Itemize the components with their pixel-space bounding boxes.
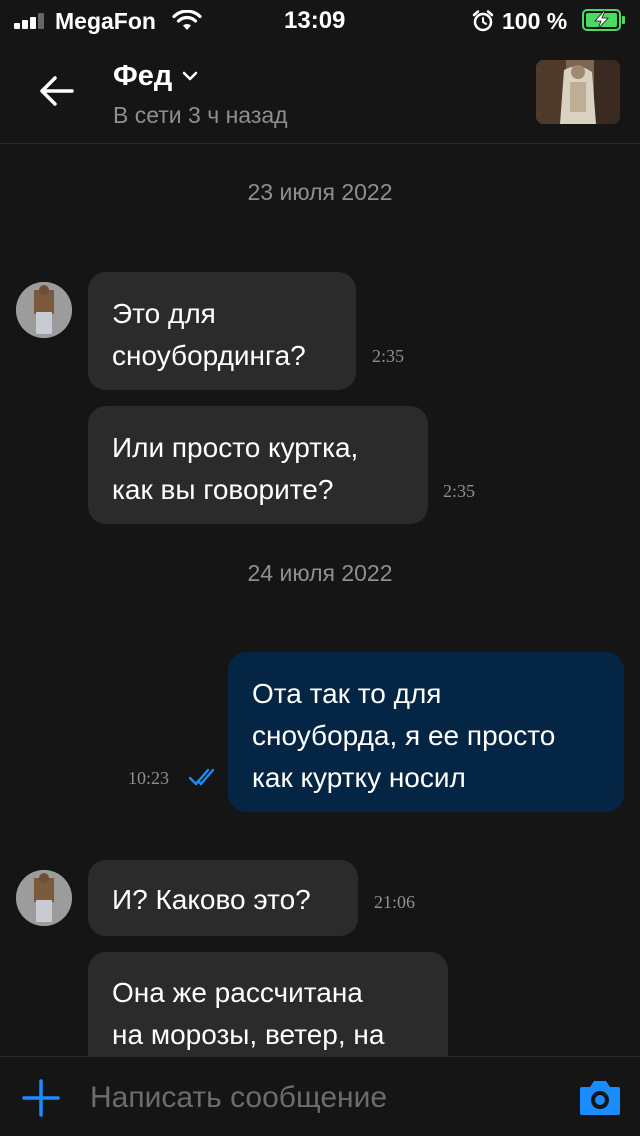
avatar[interactable] xyxy=(16,282,72,338)
message-composer xyxy=(0,1056,640,1136)
message-line: на морозы, ветер, на xyxy=(112,1019,385,1050)
attach-button[interactable] xyxy=(20,1077,62,1119)
back-arrow-icon xyxy=(40,76,74,106)
read-check-icon xyxy=(188,768,215,786)
camera-icon xyxy=(580,1081,620,1115)
camera-button[interactable] xyxy=(578,1077,622,1117)
back-button[interactable] xyxy=(30,68,80,114)
date-separator: 23 июля 2022 xyxy=(247,179,393,205)
message-line: как куртку носил xyxy=(252,762,466,793)
contact-name[interactable]: Фед xyxy=(113,60,172,93)
chat-header: Фед В сети 3 ч назад xyxy=(0,42,640,144)
status-bar: MegaFon 13:09 100 % xyxy=(0,0,640,42)
message-line: как вы говорите? xyxy=(112,474,334,505)
message-time: 2:35 xyxy=(443,481,476,501)
message-line: сноуборда, я ее просто xyxy=(252,720,556,751)
message-line: сноубординга? xyxy=(112,340,306,371)
contact-photo-thumbnail[interactable] xyxy=(536,60,620,124)
message-time: 2:35 xyxy=(372,346,405,366)
carrier-name: MegaFon xyxy=(55,8,156,34)
chevron-down-icon[interactable] xyxy=(180,70,200,84)
alarm-icon xyxy=(472,10,494,32)
message-bubble-incoming[interactable]: Она же рассчитана на морозы, ветер, на xyxy=(88,952,448,1072)
message-line: Или просто куртка, xyxy=(112,432,359,463)
message-line: И? Каково это? xyxy=(112,884,311,915)
message-line: Она же рассчитана xyxy=(112,977,363,1008)
plus-icon xyxy=(22,1079,60,1117)
message-line: Ота так то для xyxy=(252,678,442,709)
avatar[interactable] xyxy=(16,870,72,926)
message-time: 21:06 xyxy=(374,892,416,912)
wifi-icon xyxy=(172,10,202,30)
battery-charging-icon xyxy=(582,9,625,31)
signal-icon xyxy=(14,13,48,29)
status-time: 13:09 xyxy=(284,7,346,34)
message-bubble-incoming[interactable]: Это для сноубординга? xyxy=(88,272,356,390)
message-bubble-incoming[interactable]: И? Каково это? xyxy=(88,860,358,936)
contact-status: В сети 3 ч назад xyxy=(113,102,288,128)
message-time: 10:23 xyxy=(128,768,170,788)
message-bubble-outgoing[interactable]: Ота так то для сноуборда, я ее просто ка… xyxy=(228,652,624,812)
message-line: Это для xyxy=(112,298,216,329)
date-separator: 24 июля 2022 xyxy=(247,560,393,586)
battery-percentage: 100 % xyxy=(502,8,568,34)
message-bubble-incoming[interactable]: Или просто куртка, как вы говорите? xyxy=(88,406,428,524)
message-input[interactable] xyxy=(90,1075,550,1121)
